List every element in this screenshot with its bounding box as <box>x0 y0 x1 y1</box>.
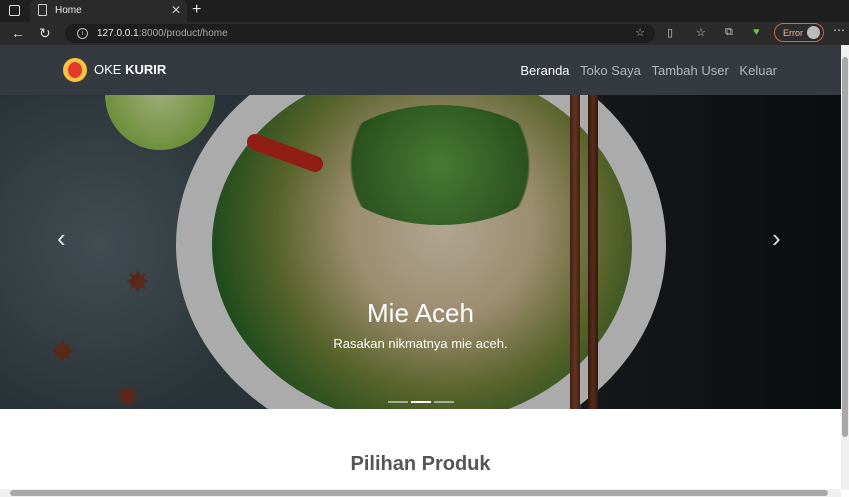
avatar <box>807 26 820 39</box>
page-icon <box>38 4 47 16</box>
hero-carousel: ✸ ✸ ✸ ‹ › Mie Aceh Rasakan nikmatnya mie… <box>0 95 841 409</box>
carousel-overlay <box>0 95 841 409</box>
split-screen-icon[interactable]: ▯ <box>667 26 673 39</box>
brand-logo[interactable] <box>63 58 87 82</box>
back-icon[interactable]: ← <box>11 24 25 42</box>
url-path: :8000/product/home <box>138 28 228 39</box>
horizontal-scrollbar[interactable] <box>0 489 841 497</box>
site-info-icon[interactable]: i <box>77 28 88 39</box>
profile-error-button[interactable]: Error <box>774 23 824 42</box>
carousel-next-icon[interactable]: › <box>772 223 781 254</box>
browser-tab[interactable]: Home ✕ <box>30 0 187 22</box>
refresh-icon[interactable]: ↻ <box>39 24 51 42</box>
error-label: Error <box>783 28 803 38</box>
vertical-scrollbar[interactable] <box>841 45 849 490</box>
carousel-caption-title: Mie Aceh <box>367 298 474 328</box>
nav-link-toko-saya[interactable]: Toko Saya <box>580 63 641 78</box>
carousel-indicators <box>388 390 457 408</box>
browser-tab-bar: Home ✕ + <box>0 0 849 22</box>
horizontal-scrollbar-thumb[interactable] <box>10 490 828 496</box>
carousel-prev-icon[interactable]: ‹ <box>57 223 66 254</box>
browser-toolbar: ← ↻ i 127.0.0.1:8000/product/home ☆ ▯ ☆ … <box>0 22 849 45</box>
carousel-indicator[interactable] <box>388 401 408 403</box>
tab-title: Home <box>55 5 82 16</box>
nav-links: Beranda Toko Saya Tambah User Keluar <box>513 63 777 78</box>
url-host: 127.0.0.1 <box>97 28 139 39</box>
carousel-indicator[interactable] <box>434 401 454 403</box>
more-menu-icon[interactable]: ⋯ <box>833 23 845 37</box>
nav-link-keluar[interactable]: Keluar <box>739 63 777 78</box>
favorites-icon[interactable]: ☆ <box>696 26 706 39</box>
nav-link-tambah-user[interactable]: Tambah User <box>651 63 728 78</box>
brand-bold: KURIR <box>125 62 167 77</box>
address-bar[interactable]: i 127.0.0.1:8000/product/home ☆ <box>65 24 655 43</box>
vertical-scrollbar-thumb[interactable] <box>842 57 848 437</box>
carousel-indicator-active[interactable] <box>411 401 431 403</box>
brand-prefix: OKE <box>94 62 122 77</box>
nav-link-beranda[interactable]: Beranda <box>520 63 569 78</box>
brand-name[interactable]: OKE KURIR <box>94 62 166 77</box>
health-icon[interactable]: ♥ <box>753 26 760 38</box>
carousel-caption-text: Rasakan nikmatnya mie aceh. <box>333 336 508 351</box>
tab-close-icon[interactable]: ✕ <box>171 3 181 17</box>
favorite-star-icon[interactable]: ☆ <box>635 26 645 39</box>
collections-icon[interactable]: ⧉ <box>725 26 733 39</box>
new-tab-button[interactable]: + <box>192 0 201 20</box>
site-navbar: OKE KURIR Beranda Toko Saya Tambah User … <box>0 45 841 95</box>
url-text: 127.0.0.1:8000/product/home <box>97 28 228 39</box>
section-title: Pilihan Produk <box>350 453 491 475</box>
window-menu-icon[interactable] <box>9 5 20 16</box>
